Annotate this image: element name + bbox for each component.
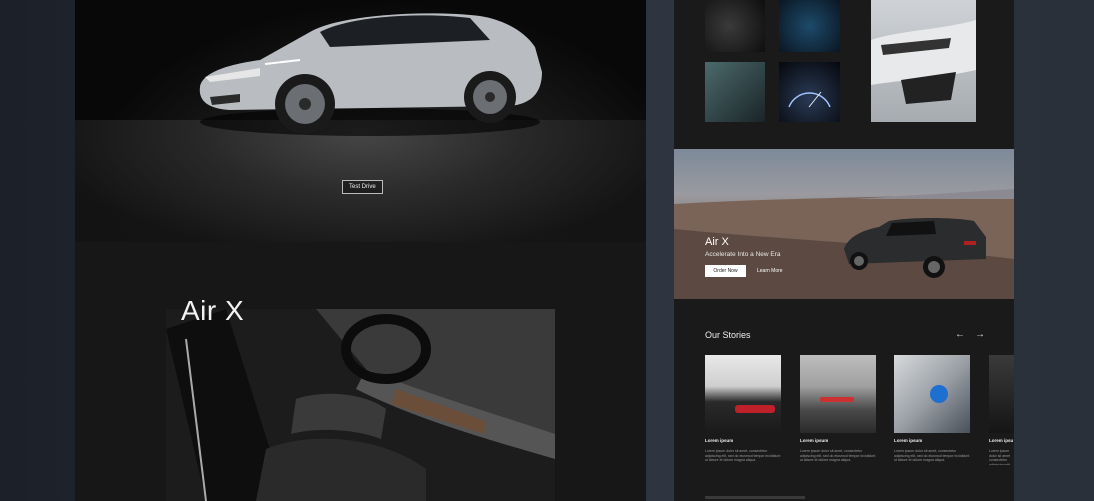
story-label: Lorem ipsum [894,438,923,443]
gallery-thumb-gauge[interactable] [779,62,840,122]
hero-section: Test Drive [75,0,646,242]
gallery-thumb-headlight[interactable] [871,0,976,122]
left-panel: Test Drive Air X [75,0,646,501]
story-text: Lorem ipsum dolor sit amet consectetur a… [989,449,1011,465]
story-label: Lorem ipsu [989,438,1014,443]
hero-car-image [199,13,542,136]
right-panel: Air X Accelerate Into a New Era Order No… [674,0,1014,501]
stories-title: Our Stories [705,330,751,340]
gallery-thumb-navigation[interactable] [779,0,840,52]
arrow-left-icon[interactable]: ← [955,329,965,340]
gallery-thumb-dashboard[interactable] [705,0,765,52]
story-card-image[interactable] [989,355,1014,433]
story-card-image[interactable] [800,355,876,433]
story-text: Lorem ipsum dolor sit amet, consectetur … [894,449,970,462]
interior-title: Air X [181,295,245,326]
gallery-thumb-steering[interactable] [705,62,765,122]
promo-subtitle: Accelerate Into a New Era [705,251,781,258]
gauge-icon [788,91,831,108]
test-drive-button[interactable]: Test Drive [342,180,383,194]
interior-image [166,309,555,501]
next-section-hint [705,496,805,499]
learn-more-link[interactable]: Learn More [757,265,783,277]
promo-title: Air X [705,236,729,248]
arrow-right-icon[interactable]: → [975,329,985,340]
story-card-image[interactable] [894,355,970,433]
headlight-illustration [871,20,976,104]
story-label: Lorem ipsum [800,438,829,443]
story-text: Lorem ipsum dolor sit amet, consectetur … [705,449,781,462]
story-card-image[interactable] [705,355,781,433]
story-text: Lorem ipsum dolor sit amet, consectetur … [800,449,876,462]
interior-illustration [166,309,555,501]
order-now-button[interactable]: Order Now [705,265,746,277]
interior-section: Air X [75,242,646,501]
story-label: Lorem ipsum [705,438,734,443]
